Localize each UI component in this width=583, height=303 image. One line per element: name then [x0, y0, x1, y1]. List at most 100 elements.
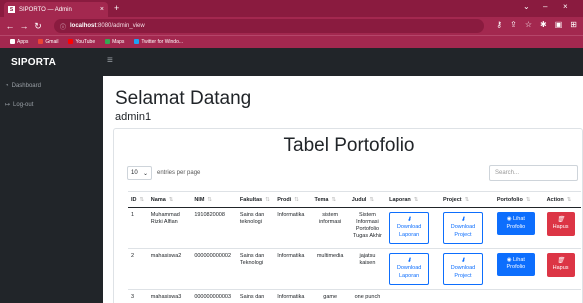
share-icon[interactable]: ⇪ — [510, 20, 517, 29]
lihat-portofolio-button[interactable]: ◉ Lihat Profolio — [496, 212, 535, 236]
sort-icon: ⇅ — [168, 196, 174, 203]
forward-icon[interactable]: → — [17, 21, 31, 31]
twitter-icon — [134, 39, 140, 45]
download-icon: ⬇ — [460, 257, 466, 264]
cell-laporan: ⬇ Download Laporan — [386, 248, 440, 290]
entries-per-page: 10 ⌄ entries per page — [127, 166, 200, 180]
sidebar-toggle-icon[interactable]: ≡ — [107, 55, 113, 66]
minimize-window-icon[interactable]: – — [543, 2, 547, 11]
lihat-portofolio-button[interactable]: ◉ Lihat Profolio — [496, 252, 535, 277]
bookmark-youtube[interactable]: YouTube — [68, 39, 95, 45]
bookmark-gmail[interactable]: Gmail — [38, 39, 58, 45]
column-header[interactable]: Prodi ⇅ — [274, 191, 312, 208]
new-tab-icon[interactable]: + — [114, 3, 119, 13]
cell-nama: Muhammad Rizki Alfian — [147, 207, 192, 249]
reload-icon[interactable]: ↻ — [31, 21, 45, 32]
extensions-icon[interactable]: ✱ — [540, 20, 547, 29]
browser-tab[interactable]: S SIPORTO — Admin × — [4, 2, 108, 17]
column-header[interactable]: Portofolio ⇅ — [493, 191, 544, 208]
sort-icon: ⇅ — [139, 196, 145, 203]
cell-id: 3 — [128, 289, 148, 303]
cell-judul: Sistem Informasi Portofolio Tugas Akhir — [348, 207, 387, 249]
address-bar[interactable]: ⓘ localhost :8080/admin_view — [54, 19, 484, 33]
username-label: admin1 — [115, 111, 152, 123]
download-project-button[interactable]: ⬇ Download Project — [442, 252, 483, 285]
column-header[interactable]: Fakultas ⇅ — [236, 191, 275, 208]
bookmark-apps[interactable]: Apps — [10, 39, 28, 45]
download-icon: ⬇ — [460, 217, 466, 223]
cell-nim: 1910820008 — [191, 207, 237, 249]
table-row: 3 mahasiswa3 000000000003 Sains dan Info… — [128, 289, 581, 303]
sidepanel-icon[interactable]: ▣ — [555, 20, 563, 29]
cell-portofolio: ◉ Lihat Profolio — [493, 248, 544, 290]
sort-icon: ⇅ — [525, 196, 531, 203]
cell-portofolio — [493, 289, 544, 303]
cell-action: 🗑 Hapus — [543, 207, 581, 249]
trash-icon: 🗑 — [556, 257, 565, 264]
tab-title: SIPORTO — Admin — [19, 6, 72, 13]
cell-nama: mahasiswa3 — [147, 289, 192, 303]
cell-judul: one punch — [348, 289, 387, 303]
download-project-button[interactable]: ⬇ Download Project — [442, 212, 483, 244]
sidebar-item-logout[interactable]: ↦ Log-out — [5, 101, 33, 109]
sidebar-item-dashboard[interactable]: ◔ Dashboard — [5, 83, 41, 89]
sidebar: ◔ Dashboard ↦ Log-out — [0, 76, 103, 303]
minimize-icon[interactable]: ⌄ — [523, 2, 530, 11]
cell-tema: game — [311, 289, 349, 303]
url-path: :8080/admin_view — [96, 23, 145, 29]
portfolio-table-card: Tabel Portofolio 10 ⌄ entries per page S… — [113, 128, 583, 303]
table-row: 2 mahasiswa2 000000000002 Sains dan Tekn… — [128, 248, 581, 290]
download-icon: ⬇ — [406, 257, 412, 264]
browser-tab-bar: S SIPORTO — Admin × + ⌄ – × — [0, 0, 583, 17]
close-tab-icon[interactable]: × — [100, 6, 104, 13]
logout-icon: ↦ — [5, 102, 11, 108]
brand-logo[interactable]: SIPORTA — [11, 57, 56, 68]
entries-label: entries per page — [157, 170, 201, 176]
sort-icon: ⇅ — [207, 196, 213, 203]
cell-action — [543, 289, 581, 303]
cell-id: 2 — [128, 248, 148, 290]
download-laporan-button[interactable]: ⬇ Download Laporan — [389, 212, 430, 244]
column-header[interactable]: Project ⇅ — [439, 191, 494, 208]
column-header[interactable]: Judul ⇅ — [348, 191, 387, 208]
info-icon: ⓘ — [60, 24, 67, 31]
profile-icon[interactable]: ⊞ — [570, 20, 577, 29]
column-header[interactable]: NIM ⇅ — [191, 191, 237, 208]
cell-laporan: ⬇ Download Laporan — [386, 207, 440, 249]
cell-nim: 000000000003 — [191, 289, 237, 303]
app-navbar: SIPORTA ≡ — [0, 48, 583, 76]
cell-fakultas: Sains dan — [236, 289, 275, 303]
toolbar-actions: ⚷ ⇪ ☆ ✱ ▣ ⊞ — [496, 20, 577, 29]
star-icon[interactable]: ☆ — [525, 20, 532, 29]
key-icon[interactable]: ⚷ — [496, 20, 502, 29]
cell-judul: jajatsu kaisen — [348, 248, 387, 290]
cell-action: 🗑 Hapus — [543, 248, 581, 290]
sort-icon: ⇅ — [566, 196, 572, 203]
column-header[interactable]: Laporan ⇅ — [386, 191, 440, 208]
download-laporan-button[interactable]: ⬇ Download Laporan — [389, 252, 430, 285]
entries-select[interactable]: 10 ⌄ — [127, 166, 152, 180]
search-input[interactable]: Search... — [489, 165, 578, 181]
bookmark-maps[interactable]: Maps — [105, 39, 124, 45]
table-header-row: ID ⇅ Nama ⇅ NIM ⇅ Fakultas ⇅ Prodi ⇅ Tema ⇅ Ju… — [128, 191, 581, 208]
apps-icon — [10, 39, 15, 45]
sort-icon: ⇅ — [331, 196, 337, 203]
cell-nim: 000000000002 — [191, 248, 237, 290]
column-header[interactable]: ID ⇅ — [128, 191, 148, 208]
back-icon[interactable]: ← — [3, 21, 17, 31]
portfolio-table: ID ⇅ Nama ⇅ NIM ⇅ Fakultas ⇅ Prodi ⇅ Tema ⇅ Ju… — [128, 191, 581, 303]
close-window-icon[interactable]: × — [563, 2, 568, 11]
bookmark-twitter[interactable]: Twitter for Windo... — [134, 39, 183, 45]
hapus-button[interactable]: 🗑 Hapus — [546, 252, 575, 277]
cell-fakultas: Sains dan Teknologi — [236, 248, 275, 290]
column-header[interactable]: Nama ⇅ — [147, 191, 192, 208]
youtube-icon — [68, 39, 74, 45]
hapus-button[interactable]: 🗑 Hapus — [546, 212, 575, 237]
cell-laporan — [386, 289, 440, 303]
column-header[interactable]: Action ⇅ — [543, 191, 581, 208]
main-content: Selamat Datang admin1 Tabel Portofolio 1… — [103, 76, 583, 303]
browser-toolbar: ← → ↻ ⓘ localhost :8080/admin_view ⚷ ⇪ ☆… — [0, 17, 583, 35]
column-header[interactable]: Tema ⇅ — [311, 191, 349, 208]
cell-nama: mahasiswa2 — [147, 248, 192, 290]
bookmarks-bar: Apps Gmail YouTube Maps Twitter for Wind… — [0, 35, 583, 48]
